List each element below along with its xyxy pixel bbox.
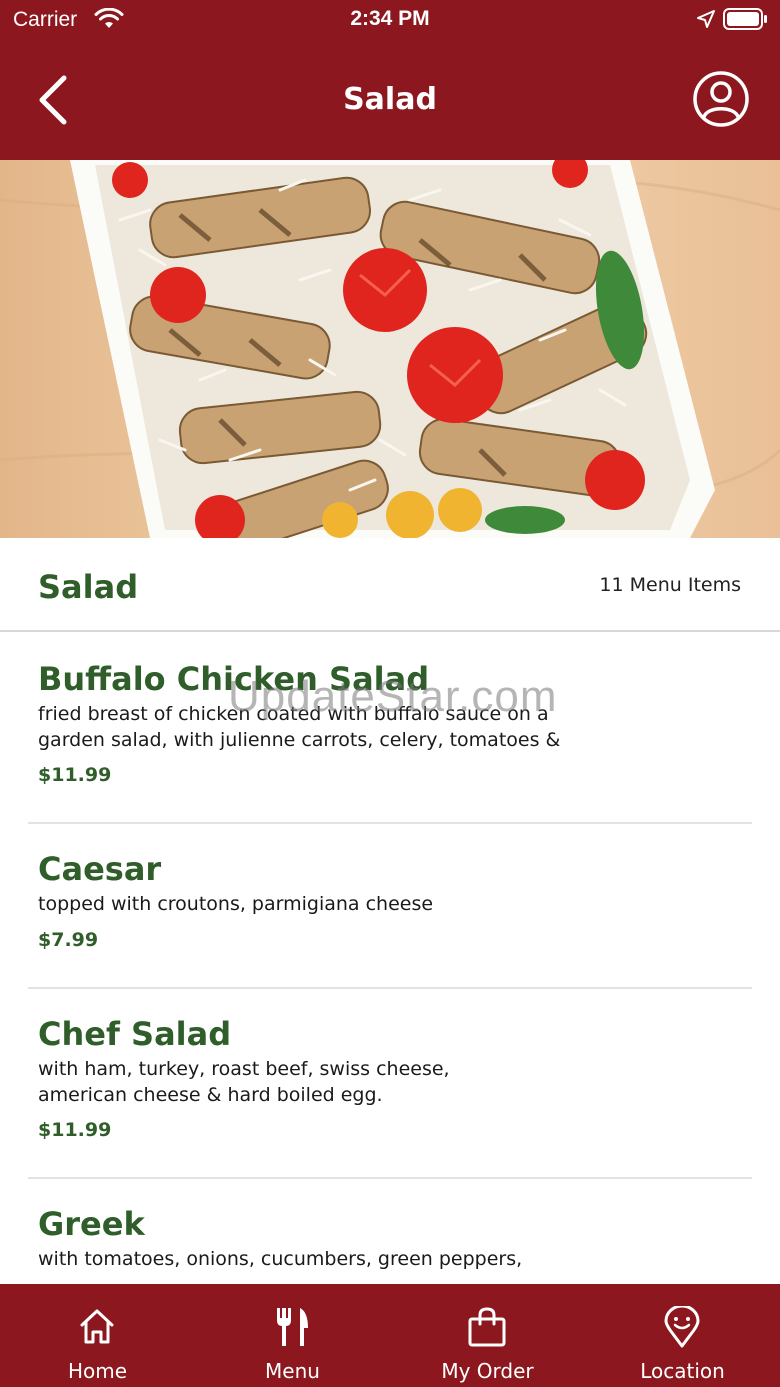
page-title: Salad [343, 82, 437, 117]
user-account-icon [693, 71, 749, 127]
tab-my-order[interactable]: My Order [390, 1284, 585, 1387]
home-icon [80, 1309, 114, 1344]
menu-item-name: Caesar [38, 850, 162, 888]
location-arrow-icon [697, 10, 715, 28]
shopping-bag-icon [468, 1307, 506, 1347]
tab-location[interactable]: Location [585, 1284, 780, 1387]
tab-label: Menu [265, 1359, 320, 1383]
tab-bar: Home Menu My Order Location [0, 1284, 780, 1387]
menu-item-price: $11.99 [38, 1119, 112, 1141]
top-bar: Carrier 2:34 PM Salad [0, 0, 780, 160]
menu-item[interactable]: Caesar topped with croutons, parmigiana … [28, 824, 752, 989]
tab-label: Home [67, 1359, 128, 1383]
menu-item[interactable]: Buffalo Chicken Salad fried breast of ch… [28, 634, 752, 824]
watermark: UpdateStar.com [228, 672, 558, 721]
menu-item[interactable]: Greek with tomatoes, onions, cucumbers, … [28, 1179, 752, 1299]
section-title: Salad [38, 568, 139, 606]
menu-item-name: Chef Salad [38, 1015, 232, 1053]
status-time: 2:34 PM [350, 7, 430, 30]
menu-item-name: Greek [38, 1205, 145, 1243]
menu-item-description: topped with croutons, parmigiana cheese [38, 893, 434, 915]
profile-button[interactable] [692, 70, 750, 128]
menu-item[interactable]: Chef Salad with ham, turkey, roast beef,… [28, 989, 752, 1179]
menu-item-price: $11.99 [38, 764, 112, 786]
tab-label: My Order [441, 1359, 534, 1383]
location-pin-icon [664, 1306, 700, 1348]
hero-food-image [0, 160, 780, 538]
section-header: Salad 11 Menu Items [0, 538, 780, 632]
tab-home[interactable]: Home [0, 1284, 195, 1387]
status-bar: Carrier 2:34 PM [0, 0, 780, 40]
tab-label: Location [640, 1359, 725, 1383]
tab-menu[interactable]: Menu [195, 1284, 390, 1387]
fork-knife-icon [277, 1308, 308, 1346]
menu-item-price: $7.99 [38, 929, 99, 951]
menu-item-description: with tomatoes, onions, cucumbers, green … [38, 1248, 523, 1270]
menu-item-count: 11 Menu Items [599, 574, 741, 596]
menu-item-description: with ham, turkey, roast beef, swiss chee… [38, 1058, 450, 1106]
battery-icon [723, 8, 767, 30]
